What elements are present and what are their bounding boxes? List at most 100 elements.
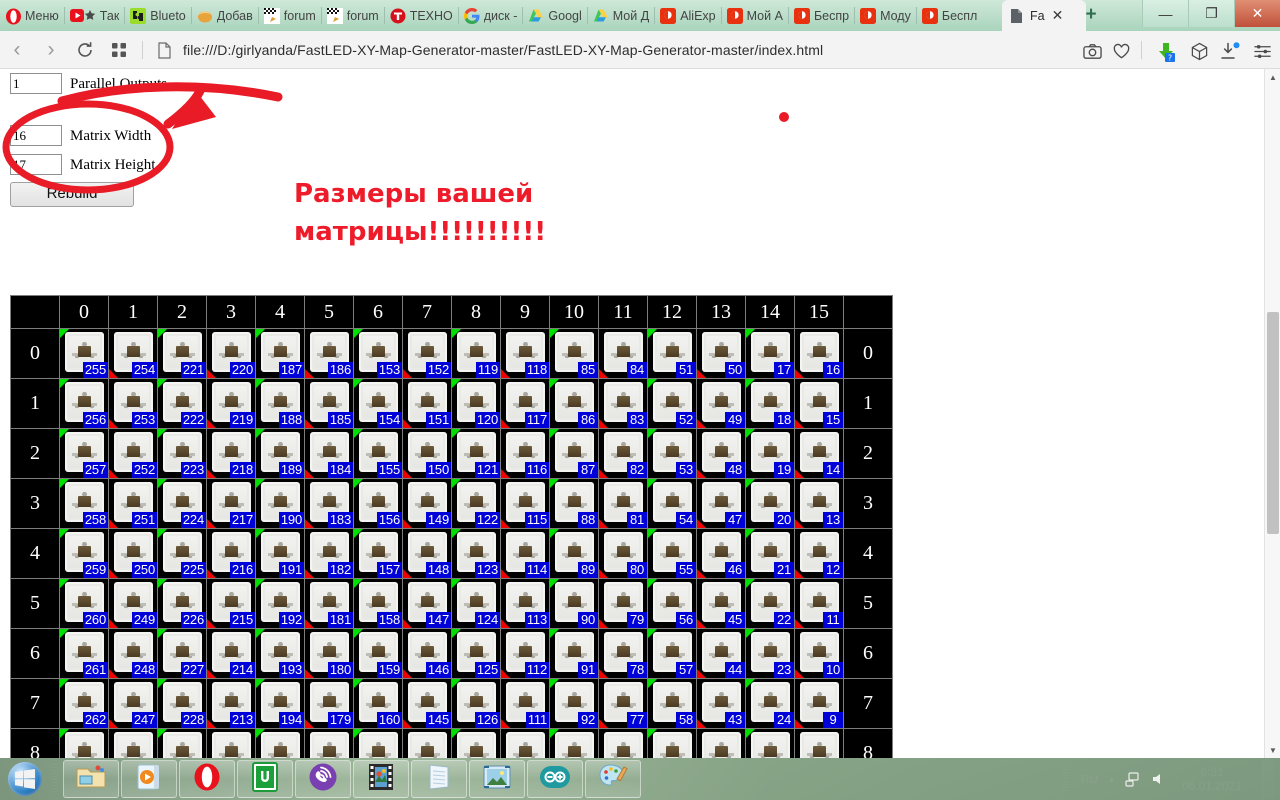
speed-dial-button[interactable] <box>102 31 136 69</box>
led-cell[interactable]: 159 <box>353 628 403 679</box>
bookmark-item-0[interactable]: Меню <box>0 0 64 31</box>
led-cell[interactable]: 226 <box>157 578 207 629</box>
led-cell[interactable]: 81 <box>598 478 648 529</box>
led-cell[interactable]: 21 <box>745 528 795 579</box>
led-cell[interactable]: 111 <box>500 678 550 729</box>
led-cell[interactable]: 45 <box>696 578 746 629</box>
led-cell[interactable]: 115 <box>500 478 550 529</box>
reload-button[interactable] <box>68 31 102 69</box>
led-cell[interactable]: 183 <box>304 478 354 529</box>
led-cell[interactable]: 121 <box>451 428 501 479</box>
led-cell[interactable]: 22 <box>745 578 795 629</box>
led-cell[interactable]: 86 <box>549 378 599 429</box>
led-cell[interactable]: 260 <box>59 578 109 629</box>
led-cell[interactable]: 50 <box>696 328 746 379</box>
led-cell[interactable]: 262 <box>59 678 109 729</box>
led-cell[interactable]: 112 <box>500 628 550 679</box>
parallel-outputs-input[interactable] <box>10 73 62 94</box>
led-cell[interactable]: 192 <box>255 578 305 629</box>
led-cell[interactable]: 144 <box>402 728 452 758</box>
new-tab-button[interactable]: + <box>1080 5 1102 27</box>
forward-button[interactable]: › <box>34 31 68 69</box>
led-cell[interactable]: 46 <box>696 528 746 579</box>
taskbar-button-notepad[interactable] <box>411 760 467 798</box>
scrollbar-thumb[interactable] <box>1267 312 1279 534</box>
led-cell[interactable]: 76 <box>598 728 648 758</box>
led-cell[interactable]: 57 <box>647 628 697 679</box>
led-cell[interactable]: 258 <box>59 478 109 529</box>
led-cell[interactable]: 152 <box>402 328 452 379</box>
led-cell[interactable]: 246 <box>108 728 158 758</box>
led-cell[interactable]: 220 <box>206 328 256 379</box>
led-cell[interactable]: 223 <box>157 428 207 479</box>
network-icon[interactable] <box>1125 771 1141 787</box>
matrix-width-input[interactable] <box>10 125 62 146</box>
led-cell[interactable]: 59 <box>647 728 697 758</box>
led-cell[interactable]: 184 <box>304 428 354 479</box>
led-cell[interactable]: 150 <box>402 428 452 479</box>
matrix-height-input[interactable] <box>10 154 62 175</box>
led-cell[interactable]: 118 <box>500 328 550 379</box>
rebuild-button[interactable]: Rebuild <box>10 182 134 207</box>
led-cell[interactable]: 261 <box>59 628 109 679</box>
led-cell[interactable]: 252 <box>108 428 158 479</box>
bookmark-item-7[interactable]: диск - <box>459 0 523 31</box>
bookmark-item-8[interactable]: Googl <box>523 0 586 31</box>
led-cell[interactable]: 251 <box>108 478 158 529</box>
led-cell[interactable]: 10 <box>794 628 844 679</box>
led-cell[interactable]: 117 <box>500 378 550 429</box>
bookmark-item-4[interactable]: forum <box>259 0 321 31</box>
led-cell[interactable]: 20 <box>745 478 795 529</box>
led-cell[interactable]: 157 <box>353 528 403 579</box>
led-cell[interactable]: 151 <box>402 378 452 429</box>
led-cell[interactable]: 114 <box>500 528 550 579</box>
led-cell[interactable]: 248 <box>108 628 158 679</box>
led-cell[interactable]: 218 <box>206 428 256 479</box>
led-cell[interactable]: 153 <box>353 328 403 379</box>
led-cell[interactable]: 23 <box>745 628 795 679</box>
led-cell[interactable]: 55 <box>647 528 697 579</box>
led-cell[interactable]: 227 <box>157 628 207 679</box>
led-cell[interactable]: 78 <box>598 628 648 679</box>
bookmark-item-9[interactable]: Мой Д <box>588 0 654 31</box>
led-cell[interactable]: 43 <box>696 678 746 729</box>
taskbar-button-media-player[interactable] <box>121 760 177 798</box>
browser-tab-active[interactable]: Fa ✕ <box>1002 0 1086 31</box>
led-cell[interactable]: 249 <box>108 578 158 629</box>
led-cell[interactable]: 148 <box>402 528 452 579</box>
led-cell[interactable]: 125 <box>451 628 501 679</box>
download-green-icon[interactable]: ? <box>1155 42 1177 62</box>
led-cell[interactable]: 191 <box>255 528 305 579</box>
led-cell[interactable]: 247 <box>108 678 158 729</box>
led-cell[interactable]: 212 <box>206 728 256 758</box>
bookmark-item-3[interactable]: Добав <box>192 0 258 31</box>
led-cell[interactable]: 180 <box>304 628 354 679</box>
led-cell[interactable]: 11 <box>794 578 844 629</box>
led-cell[interactable]: 215 <box>206 578 256 629</box>
led-cell[interactable]: 14 <box>794 428 844 479</box>
led-cell[interactable]: 253 <box>108 378 158 429</box>
led-cell[interactable]: 224 <box>157 478 207 529</box>
led-cell[interactable]: 12 <box>794 528 844 579</box>
maximize-button[interactable]: ❐ <box>1188 0 1234 27</box>
close-icon[interactable]: ✕ <box>1052 7 1064 24</box>
led-cell[interactable]: 24 <box>745 678 795 729</box>
led-cell[interactable]: 44 <box>696 628 746 679</box>
led-cell[interactable]: 254 <box>108 328 158 379</box>
bookmark-item-11[interactable]: Мой А <box>722 0 788 31</box>
led-cell[interactable]: 77 <box>598 678 648 729</box>
led-cell[interactable]: 145 <box>402 678 452 729</box>
taskbar-button-paint[interactable] <box>585 760 641 798</box>
url-field[interactable]: file:///D:/girlyanda/FastLED-XY-Map-Gene… <box>149 31 1083 69</box>
led-cell[interactable]: 120 <box>451 378 501 429</box>
led-cell[interactable]: 79 <box>598 578 648 629</box>
scroll-down-icon[interactable]: ▼ <box>1265 742 1280 758</box>
led-cell[interactable]: 85 <box>549 328 599 379</box>
led-cell[interactable]: 56 <box>647 578 697 629</box>
led-cell[interactable]: 25 <box>745 728 795 758</box>
led-cell[interactable]: 193 <box>255 628 305 679</box>
led-cell[interactable]: 13 <box>794 478 844 529</box>
led-cell[interactable]: 90 <box>549 578 599 629</box>
scroll-up-icon[interactable]: ▲ <box>1265 69 1280 85</box>
led-cell[interactable]: 178 <box>304 728 354 758</box>
